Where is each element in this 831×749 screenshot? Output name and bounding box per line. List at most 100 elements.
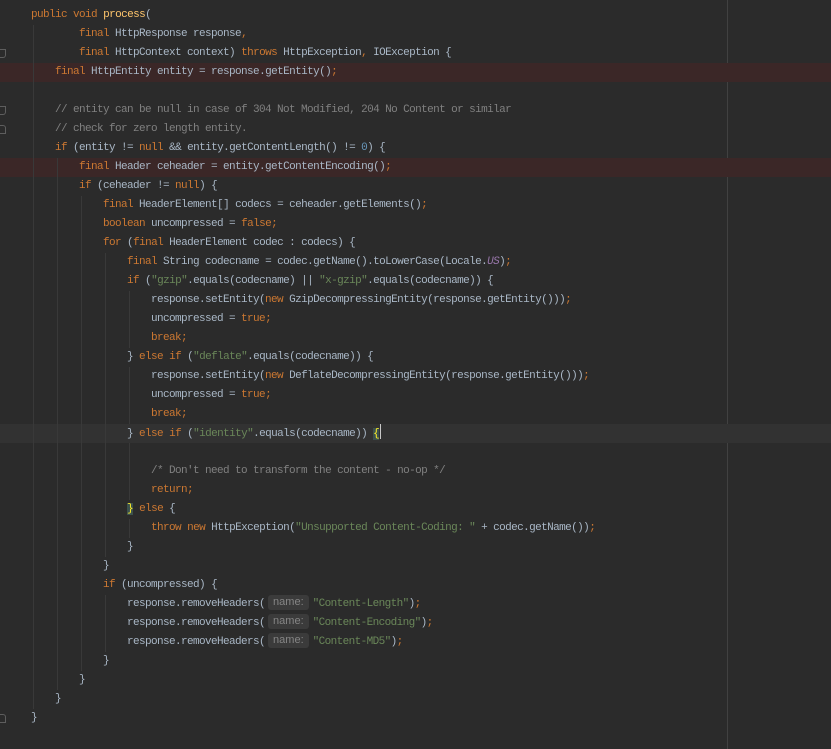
identifier-text: response.setEntity(	[7, 370, 266, 382]
code-line[interactable]: if (ceheader != null) {	[0, 177, 831, 196]
identifier-text: Header ceheader = entity.getContentEncod…	[109, 161, 386, 173]
code-line[interactable]: /* Don't need to transform the content -…	[0, 462, 831, 481]
identifier-text: ) {	[367, 142, 386, 154]
identifier-text: HeaderElement codec : codecs) {	[163, 237, 356, 249]
identifier-text	[7, 275, 127, 287]
code-line[interactable]: throw new HttpException("Unsupported Con…	[0, 519, 831, 538]
code-line[interactable]: }	[0, 538, 831, 557]
code-line[interactable]: if (uncompressed) {	[0, 576, 831, 595]
code-line[interactable]: return;	[0, 481, 831, 500]
code-line[interactable]: response.removeHeaders(name: "Content-MD5…	[0, 633, 831, 652]
code-line[interactable]: public void process(	[0, 6, 831, 25]
code-line[interactable]: // check for zero length entity.	[0, 120, 831, 139]
identifier-text: (	[121, 237, 134, 249]
keyword-token: throw	[151, 522, 182, 534]
fold-marker-icon[interactable]	[0, 714, 6, 723]
keyword-token: if	[127, 275, 140, 287]
parameter-hint: name:	[268, 614, 309, 629]
code-line[interactable]: }	[0, 690, 831, 709]
identifier-text: (	[145, 9, 152, 21]
identifier-text	[7, 579, 103, 591]
keyword-token: ;	[396, 636, 404, 648]
keyword-token: false	[241, 218, 272, 230]
keyword-token: null	[139, 142, 164, 154]
code-line[interactable]: }	[0, 557, 831, 576]
code-line[interactable]: // entity can be null in case of 304 Not…	[0, 101, 831, 120]
identifier-text: (	[139, 275, 152, 287]
identifier-text	[7, 161, 79, 173]
keyword-token: void	[73, 9, 98, 21]
identifier-text	[7, 503, 127, 515]
code-line[interactable]: response.removeHeaders(name: "Content-Enc…	[0, 614, 831, 633]
keyword-token: ;	[505, 256, 512, 268]
string-literal: "Content-Length"	[312, 598, 410, 610]
fold-marker-icon[interactable]	[0, 106, 6, 115]
code-line[interactable]: }	[0, 709, 831, 728]
code-line[interactable]: if (entity != null && entity.getContentL…	[0, 139, 831, 158]
text-caret	[380, 424, 382, 439]
identifier-text: {	[163, 503, 176, 515]
identifier-text	[7, 47, 79, 59]
identifier-text: response.setEntity(	[7, 294, 266, 306]
code-line[interactable]: final HttpEntity entity = response.getEn…	[0, 63, 831, 82]
fold-marker-icon[interactable]	[0, 125, 6, 134]
code-line[interactable]: final HttpResponse response,	[0, 25, 831, 44]
keyword-token: ,	[241, 28, 248, 40]
code-line[interactable]: }	[0, 671, 831, 690]
keyword-token: ;	[385, 161, 392, 173]
identifier-text: uncompressed =	[7, 389, 242, 401]
code-line[interactable]: response.setEntity(new GzipDecompressing…	[0, 291, 831, 310]
code-line[interactable]: boolean uncompressed = false;	[0, 215, 831, 234]
code-line[interactable]: break;	[0, 329, 831, 348]
keyword-token: final	[127, 256, 158, 268]
identifier-text: (ceheader !=	[91, 180, 176, 192]
code-line[interactable]: final HeaderElement[] codecs = ceheader.…	[0, 196, 831, 215]
code-line[interactable]: for (final HeaderElement codec : codecs)…	[0, 234, 831, 253]
string-literal: "x-gzip"	[319, 275, 368, 287]
identifier-text: + codec.getName())	[475, 522, 590, 534]
comment-text: /* Don't need to transform the content -…	[151, 465, 446, 477]
code-line[interactable]: uncompressed = true;	[0, 310, 831, 329]
identifier-text: HttpResponse response	[109, 28, 242, 40]
string-literal: "deflate"	[193, 351, 248, 363]
keyword-token: else	[139, 428, 164, 440]
code-line[interactable]: if ("gzip".equals(codecname) || "x-gzip"…	[0, 272, 831, 291]
keyword-token: boolean	[103, 218, 146, 230]
code-line[interactable]: final HttpContext context) throws HttpEx…	[0, 44, 831, 63]
keyword-token: final	[55, 66, 86, 78]
identifier-text	[7, 408, 151, 420]
code-line[interactable]	[0, 443, 831, 462]
code-line[interactable]: } else {	[0, 500, 831, 519]
code-lines[interactable]: public void process( final HttpResponse …	[0, 6, 831, 728]
identifier-text: (	[181, 351, 194, 363]
identifier-text: .equals(codecname)) {	[247, 351, 374, 363]
fold-marker-icon[interactable]	[0, 49, 6, 58]
keyword-token: null	[175, 180, 200, 192]
identifier-text	[7, 522, 151, 534]
keyword-token: ;	[265, 313, 272, 325]
code-line[interactable]: uncompressed = true;	[0, 386, 831, 405]
identifier-text: .equals(codecname))	[253, 428, 374, 440]
code-line[interactable]: } else if ("deflate".equals(codecname)) …	[0, 348, 831, 367]
keyword-token: throws	[241, 47, 278, 59]
code-line[interactable]	[0, 82, 831, 101]
code-line[interactable]: response.removeHeaders(name: "Content-Len…	[0, 595, 831, 614]
code-line[interactable]: }	[0, 652, 831, 671]
identifier-text: (	[181, 428, 194, 440]
identifier-text: GzipDecompressingEntity(response.getEnti…	[283, 294, 566, 306]
code-line[interactable]: break;	[0, 405, 831, 424]
identifier-text: }	[7, 560, 110, 572]
code-line[interactable]: final Header ceheader = entity.getConten…	[0, 158, 831, 177]
identifier-text	[7, 237, 103, 249]
code-line[interactable]: response.setEntity(new DeflateDecompress…	[0, 367, 831, 386]
code-editor[interactable]: public void process( final HttpResponse …	[0, 0, 831, 749]
keyword-token: if	[169, 351, 182, 363]
keyword-token: ;	[589, 522, 596, 534]
code-line[interactable]: } else if ("identity".equals(codecname))…	[0, 424, 831, 443]
identifier-text: response.removeHeaders(	[7, 617, 266, 629]
identifier-text	[7, 104, 55, 116]
identifier-text: }	[7, 351, 140, 363]
code-line[interactable]: final String codecname = codec.getName()…	[0, 253, 831, 272]
identifier-text	[7, 256, 127, 268]
identifier-text	[7, 218, 103, 230]
